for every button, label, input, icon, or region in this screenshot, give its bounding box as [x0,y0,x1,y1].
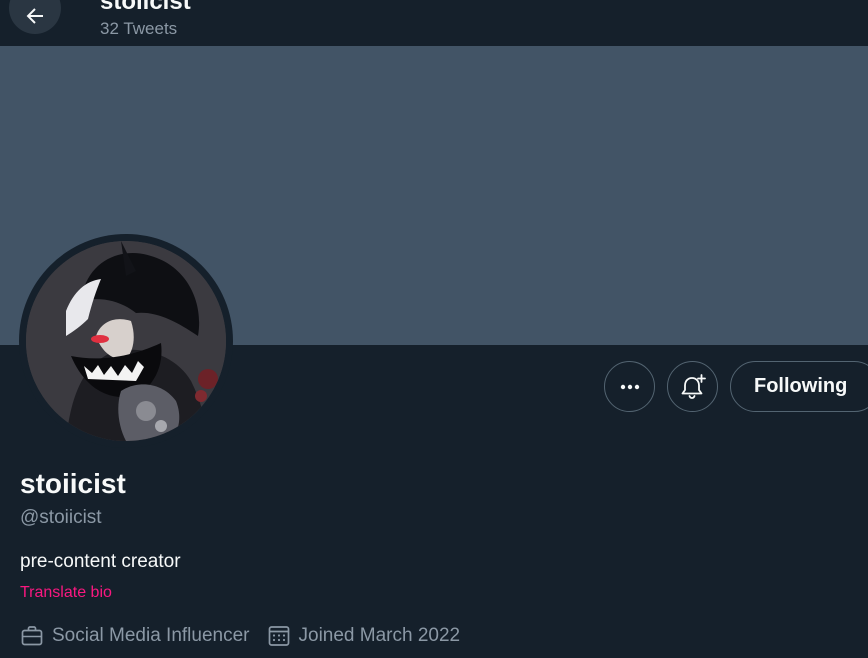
bell-plus-icon [681,373,706,399]
profile-meta: Social Media Influencer Joined March 202… [20,622,477,650]
briefcase-icon [21,626,43,646]
join-date-label: Joined March 2022 [298,625,461,646]
handle: @stoiicist [20,507,102,528]
more-options-button[interactable] [604,361,655,412]
professional-category-label: Social Media Influencer [52,625,250,646]
tweet-count: 32 Tweets [100,19,178,38]
join-date: Joined March 2022 [267,624,461,648]
bio: pre-content creator [20,551,181,572]
notifications-button[interactable] [667,361,718,412]
display-name: stoiicist [20,468,126,499]
arrow-left-icon [26,8,43,24]
avatar[interactable] [26,241,226,441]
translate-bio-link[interactable]: Translate bio [20,584,112,602]
following-button[interactable]: Following [730,361,868,412]
avatar-image [26,241,226,441]
back-button[interactable] [9,0,61,34]
profile-page: stoiicist 32 Tweets Following stoiicist … [0,0,868,658]
more-horizontal-icon [620,384,639,389]
header-title: stoiicist [100,0,191,15]
calendar-icon [268,626,289,646]
profile-header: stoiicist 32 Tweets [0,0,868,46]
professional-category[interactable]: Social Media Influencer [20,624,250,648]
